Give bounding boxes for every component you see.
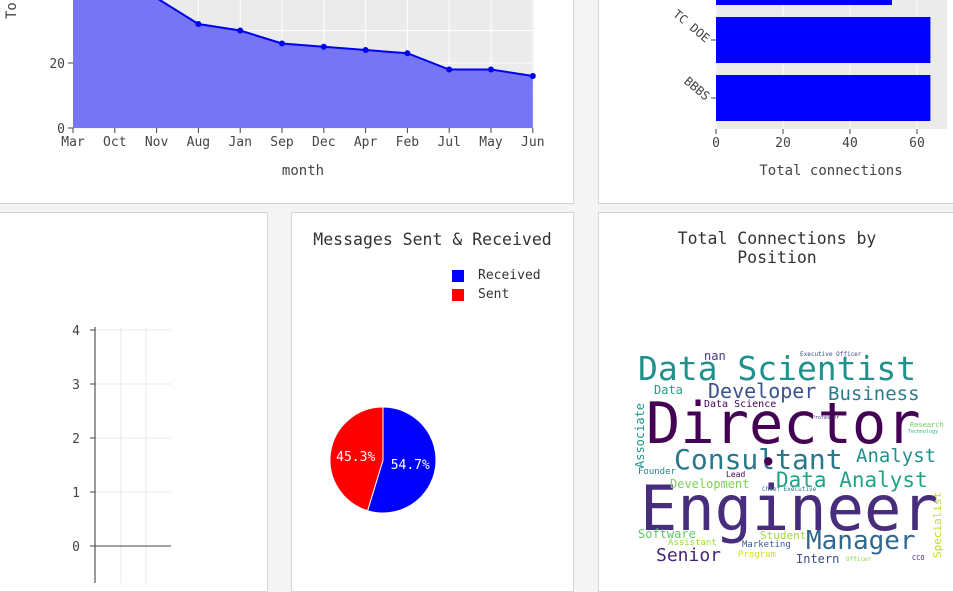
word-intern: Intern bbox=[796, 552, 840, 565]
word-analyst: Analyst bbox=[856, 445, 937, 467]
word-chief-executive: Chief Executive bbox=[762, 486, 817, 493]
x-tick-label: Dec bbox=[312, 135, 335, 150]
word-program: Program bbox=[738, 550, 776, 560]
y-tick-label: 3 bbox=[72, 378, 80, 393]
category-label: TC DOE bbox=[670, 7, 712, 46]
word-nan: nan bbox=[704, 350, 726, 363]
partial-bar bbox=[716, 0, 892, 5]
pie-label-received: 54.7% bbox=[391, 458, 430, 473]
data-point bbox=[279, 40, 285, 47]
x-tick-label: 40 bbox=[842, 136, 858, 151]
x-tick-label: Mar bbox=[61, 135, 85, 150]
messages-panel: Messages Sent & Received Received Sent 5… bbox=[291, 212, 574, 592]
y-tick-label: 4 bbox=[72, 324, 80, 339]
word-development: Development bbox=[670, 477, 750, 491]
position-wordcloud: Director Engineer Data Scientist Consult… bbox=[634, 350, 946, 565]
x-tick-label: 60 bbox=[909, 136, 925, 151]
bar-bbbs bbox=[716, 75, 931, 121]
word-data: Data bbox=[654, 383, 683, 397]
data-point bbox=[488, 66, 494, 73]
y-tick-label: 2 bbox=[72, 432, 80, 447]
word-professor: Professor bbox=[812, 415, 840, 421]
word-developer: Developer bbox=[708, 379, 817, 403]
word-assistant: Assistant bbox=[668, 538, 717, 548]
data-point bbox=[446, 66, 453, 73]
bar-tc-doe bbox=[716, 17, 931, 63]
x-tick-label: 20 bbox=[775, 136, 791, 151]
word-research: Research bbox=[910, 421, 944, 429]
empty-chart-panel: 0 1 2 3 4 bbox=[0, 212, 268, 592]
x-tick-label: Jan bbox=[228, 135, 251, 150]
x-tick-label: 0 bbox=[712, 136, 720, 151]
pie-label-sent: 45.3% bbox=[336, 450, 375, 465]
data-point bbox=[529, 73, 536, 79]
data-point bbox=[237, 27, 244, 34]
word-executive-officer: Executive Officer bbox=[800, 351, 862, 358]
y-axis-title-fragment: To bbox=[4, 2, 20, 19]
monthly-connections-chart: Mar Oct Nov Aug Jan Sep Dec Apr Feb Jul May Jun 0 20… bbox=[4, 0, 545, 179]
word-senior: Senior bbox=[656, 545, 722, 565]
dot-marker: ● bbox=[764, 453, 773, 469]
y-tick-label: 1 bbox=[72, 486, 80, 501]
y-tick-label: 0 bbox=[57, 122, 65, 137]
x-tick-label: Jul bbox=[437, 135, 460, 150]
word-associate: Associate bbox=[634, 402, 647, 468]
x-axis-title: month bbox=[282, 163, 324, 179]
y-tick-label: 20 bbox=[49, 57, 65, 72]
word-technology: Technology bbox=[908, 429, 939, 435]
pie-chart: 54.7% 45.3% bbox=[329, 406, 437, 514]
x-tick-label: May bbox=[479, 135, 503, 150]
x-tick-label: Feb bbox=[396, 135, 420, 150]
x-tick-label: Sep bbox=[270, 135, 294, 150]
word-specialist: Specialist bbox=[931, 491, 944, 558]
x-tick-label: Aug bbox=[187, 135, 210, 150]
data-point bbox=[404, 50, 411, 57]
word-lead: Lead bbox=[726, 470, 746, 479]
connections-by-company-panel: 0 20 40 60 BBBS TC DOE Total connections bbox=[598, 0, 953, 204]
word-data-science: Data Science bbox=[704, 399, 777, 410]
data-point bbox=[195, 21, 202, 27]
data-point bbox=[362, 47, 369, 53]
connections-by-company-chart: 0 20 40 60 BBBS TC DOE Total connections bbox=[670, 0, 947, 179]
x-axis-title: Total connections bbox=[759, 163, 902, 179]
monthly-connections-panel: Mar Oct Nov Aug Jan Sep Dec Apr Feb Jul May Jun 0 20… bbox=[0, 0, 574, 204]
y-tick-label: 0 bbox=[72, 540, 80, 555]
x-tick-label: Nov bbox=[145, 135, 169, 150]
empty-chart: 0 1 2 3 4 bbox=[72, 324, 171, 583]
word-officer: Officer bbox=[846, 556, 872, 563]
x-tick-label: Oct bbox=[103, 135, 126, 150]
word-cco: CCO bbox=[912, 554, 925, 562]
word-marketing: Marketing bbox=[742, 540, 791, 550]
x-tick-label: Apr bbox=[354, 135, 378, 150]
data-point bbox=[320, 43, 327, 50]
x-tick-label: Jun bbox=[521, 135, 544, 150]
word-founder: Founder bbox=[638, 467, 676, 477]
wordcloud-title: Total Connections by Position bbox=[677, 229, 877, 267]
word-business: Business bbox=[828, 383, 920, 405]
word-manager: Manager bbox=[806, 526, 916, 556]
category-label: BBBS bbox=[681, 74, 712, 103]
